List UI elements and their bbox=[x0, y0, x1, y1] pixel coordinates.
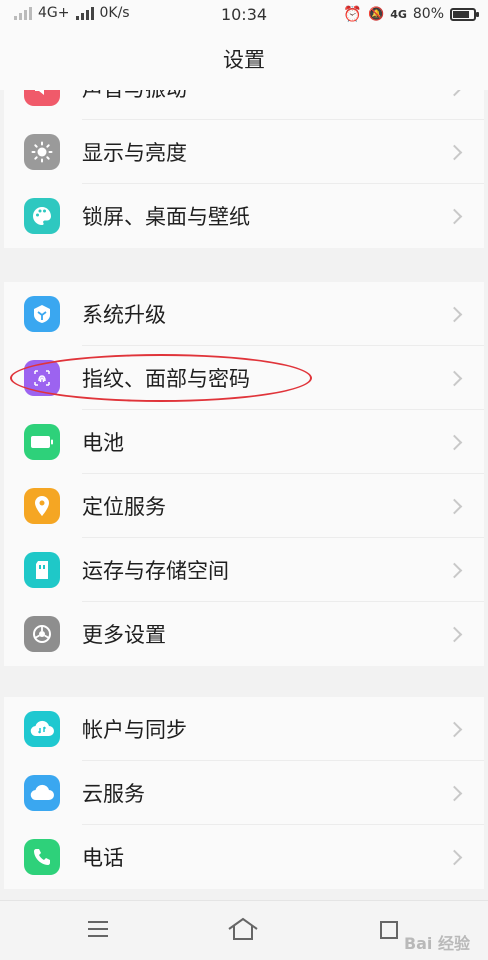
settings-item-battery[interactable]: 电池 bbox=[4, 410, 484, 474]
sound-icon bbox=[24, 90, 60, 106]
settings-item-label: 电池 bbox=[82, 431, 124, 455]
settings-item-more[interactable]: 更多设置 bbox=[4, 602, 484, 666]
chevron-right-icon bbox=[446, 144, 463, 160]
chevron-right-icon bbox=[446, 90, 463, 96]
chevron-right-icon bbox=[446, 785, 463, 801]
battery-percent: 80% bbox=[412, 6, 444, 22]
chevron-right-icon bbox=[446, 562, 463, 578]
palette-icon bbox=[24, 198, 60, 234]
settings-item-label: 系统升级 bbox=[82, 303, 166, 327]
battery-status-icon bbox=[450, 7, 479, 21]
location-icon bbox=[24, 488, 60, 524]
settings-item-fingerprint[interactable]: 指纹、面部与密码 bbox=[4, 346, 484, 410]
settings-item-label: 更多设置 bbox=[82, 623, 166, 647]
status-bar: 4G+ 0K/s 10:34 ⏰ 🔕 4G 80% bbox=[0, 0, 488, 30]
battery-icon bbox=[24, 424, 60, 460]
page-title: 设置 bbox=[0, 30, 488, 90]
settings-item-label: 锁屏、桌面与壁纸 bbox=[82, 205, 250, 229]
navigation-bar: Bai 经验 bbox=[0, 900, 488, 960]
settings-item-system-update[interactable]: 系统升级 bbox=[4, 282, 484, 346]
chevron-right-icon bbox=[446, 306, 463, 322]
settings-item-label: 电话 bbox=[82, 846, 124, 870]
chevron-right-icon bbox=[446, 434, 463, 450]
storage-icon bbox=[24, 552, 60, 588]
chevron-right-icon bbox=[446, 721, 463, 737]
brightness-icon bbox=[24, 134, 60, 170]
mute-icon: 🔕 bbox=[368, 6, 385, 22]
settings-item-label: 定位服务 bbox=[82, 495, 166, 519]
settings-item-label: 指纹、面部与密码 bbox=[82, 367, 250, 391]
fingerprint-icon bbox=[24, 360, 60, 396]
settings-item-label: 声音与振动 bbox=[82, 90, 187, 103]
gear-icon bbox=[24, 616, 60, 652]
settings-item-label: 运存与存储空间 bbox=[82, 559, 229, 583]
settings-item-display[interactable]: 显示与亮度 bbox=[4, 120, 484, 184]
settings-item-label: 显示与亮度 bbox=[82, 141, 187, 165]
settings-item-cloud[interactable]: 云服务 bbox=[4, 761, 484, 825]
settings-group-2: 系统升级 指纹、面部与密码 电池 定位服务 运存与存储空间 更多设置 bbox=[4, 282, 484, 666]
chevron-right-icon bbox=[446, 626, 463, 642]
cloud-icon bbox=[24, 775, 60, 811]
alarm-icon: ⏰ bbox=[343, 5, 362, 23]
system-update-icon bbox=[24, 296, 60, 332]
chevron-right-icon bbox=[446, 498, 463, 514]
chevron-right-icon bbox=[446, 208, 463, 224]
settings-group-3: 帐户与同步 云服务 电话 bbox=[4, 697, 484, 889]
settings-item-sound[interactable]: 声音与振动 bbox=[4, 90, 484, 120]
settings-item-phone[interactable]: 电话 bbox=[4, 825, 484, 889]
settings-item-storage[interactable]: 运存与存储空间 bbox=[4, 538, 484, 602]
phone-icon bbox=[24, 839, 60, 875]
volte-icon: 4G bbox=[390, 7, 407, 21]
menu-icon[interactable] bbox=[82, 915, 114, 943]
cloud-sync-icon bbox=[24, 711, 60, 747]
watermark: Bai 经验 bbox=[403, 934, 470, 953]
chevron-right-icon bbox=[446, 849, 463, 865]
settings-item-label: 云服务 bbox=[82, 782, 145, 806]
settings-item-wallpaper[interactable]: 锁屏、桌面与壁纸 bbox=[4, 184, 484, 248]
settings-item-account-sync[interactable]: 帐户与同步 bbox=[4, 697, 484, 761]
settings-item-label: 帐户与同步 bbox=[82, 718, 187, 742]
back-icon[interactable] bbox=[372, 915, 404, 943]
home-icon[interactable] bbox=[226, 915, 258, 943]
settings-group-1: 声音与振动 显示与亮度 锁屏、桌面与壁纸 bbox=[4, 90, 484, 248]
chevron-right-icon bbox=[446, 370, 463, 386]
settings-item-location[interactable]: 定位服务 bbox=[4, 474, 484, 538]
